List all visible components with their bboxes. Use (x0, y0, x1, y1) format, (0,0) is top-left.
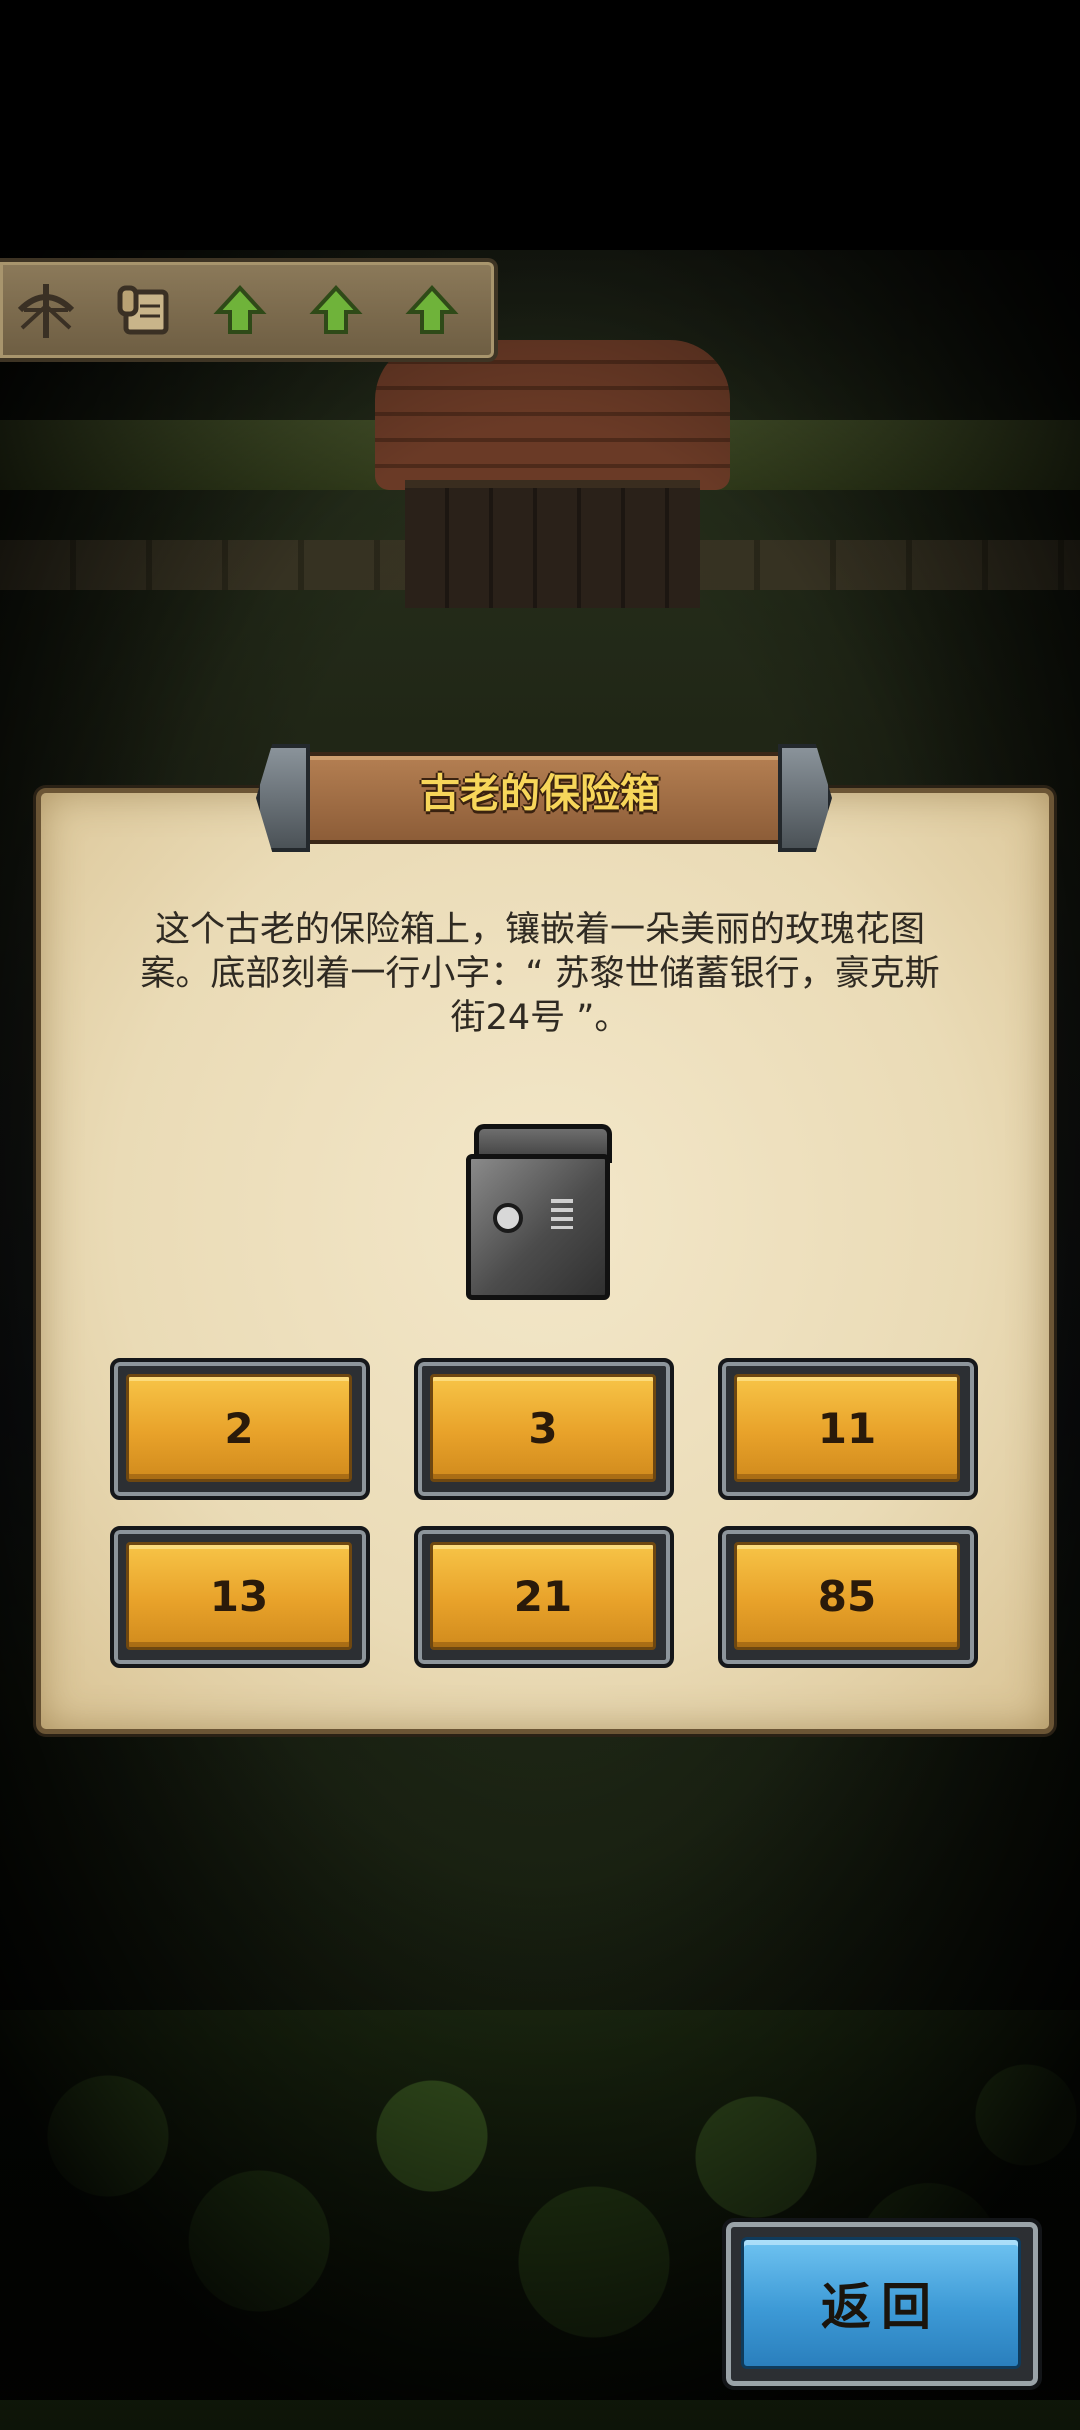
safe-dial (493, 1203, 523, 1233)
option-button[interactable]: 21 (414, 1526, 674, 1668)
option-button[interactable]: 2 (110, 1358, 370, 1500)
dialog-description: 这个古老的保险箱上，镶嵌着一朵美丽的玫瑰花图案。底部刻着一行小字：“ 苏黎世储蓄… (140, 910, 940, 1038)
crossbow-icon[interactable] (12, 276, 80, 344)
green-up-arrow-icon[interactable] (206, 276, 274, 344)
option-label: 2 (126, 1374, 352, 1482)
map-scroll-icon[interactable] (110, 276, 178, 344)
house-door (405, 480, 700, 608)
option-button[interactable]: 13 (110, 1526, 370, 1668)
option-label: 21 (430, 1542, 656, 1650)
option-label: 3 (430, 1374, 656, 1482)
back-button[interactable]: 返回 (722, 2218, 1042, 2390)
option-label: 11 (734, 1374, 960, 1482)
top-toolbar (0, 258, 498, 362)
green-up-arrow-icon[interactable] (302, 276, 370, 344)
house-roof (375, 340, 730, 490)
option-button[interactable]: 11 (718, 1358, 978, 1500)
back-button-label: 返回 (741, 2237, 1021, 2369)
house (375, 340, 730, 608)
dialog-title-plank: 古老的保险箱 (256, 742, 824, 852)
green-up-arrow-icon[interactable] (398, 276, 466, 344)
option-label: 85 (734, 1542, 960, 1650)
safe-vent (551, 1199, 573, 1229)
safe-icon (466, 1124, 612, 1302)
option-button[interactable]: 3 (414, 1358, 674, 1500)
option-button[interactable]: 85 (718, 1526, 978, 1668)
dialog-title: 古老的保险箱 (420, 771, 660, 817)
option-label: 13 (126, 1542, 352, 1650)
